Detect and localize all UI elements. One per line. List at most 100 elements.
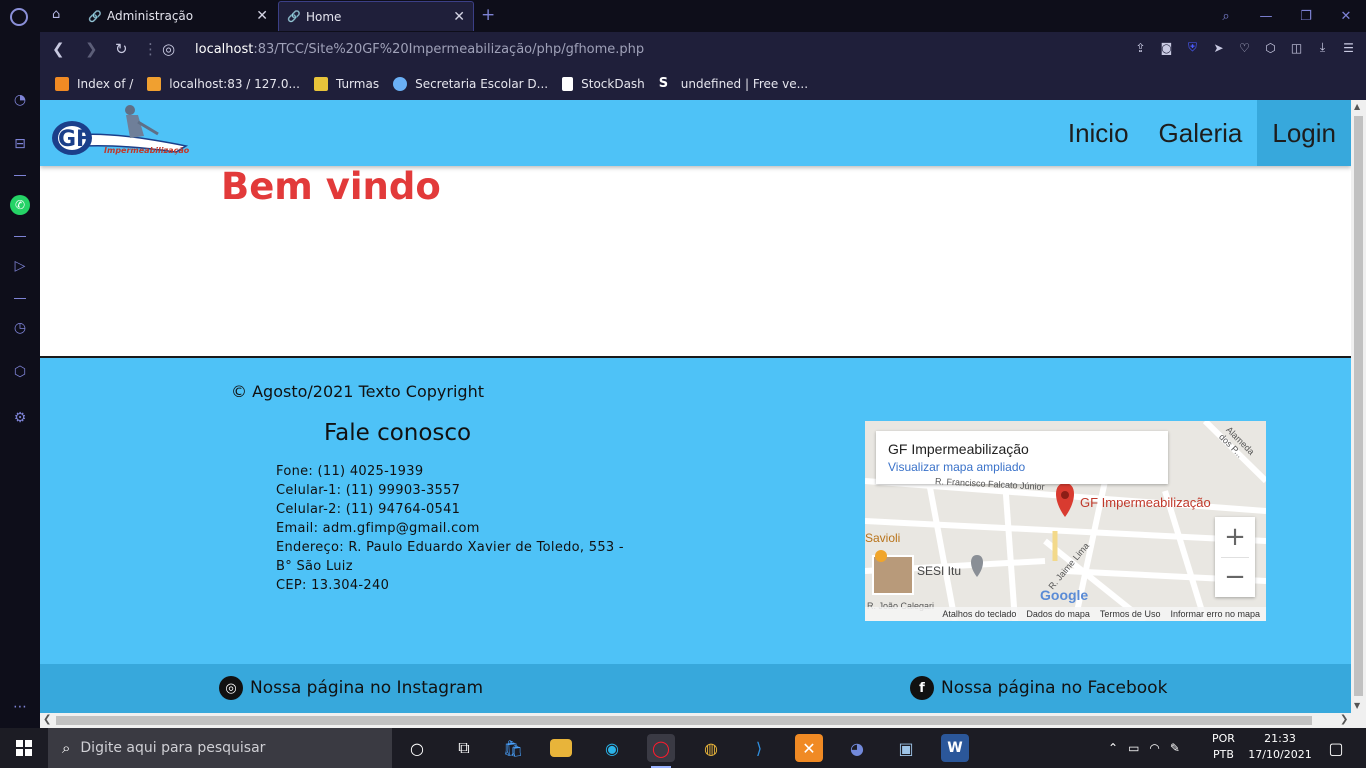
url-field[interactable]: localhost:83/TCC/Site%20GF%20Impermeabil… [195, 42, 644, 57]
scroll-left-icon[interactable]: ❮ [43, 714, 51, 725]
map-footer-report[interactable]: Informar erro no mapa [1170, 609, 1260, 619]
gamepad-icon[interactable]: ⌂ [52, 7, 60, 22]
maximize-icon[interactable]: ❐ [1286, 0, 1326, 32]
tray-expand-icon[interactable]: ⌃ [1108, 741, 1118, 755]
instagram-icon: ◎ [219, 676, 243, 700]
address-bar: ❮ ❯ ↻ ⋮ ◎ localhost:83/TCC/Site%20GF%20I… [40, 32, 1366, 68]
map-view-larger-link[interactable]: Visualizar mapa ampliado [888, 460, 1156, 474]
vertical-scrollbar[interactable]: ▲ ▼ [1351, 100, 1366, 713]
opera-menu-icon[interactable] [10, 8, 28, 26]
contact-cell-2: Celular-2: (11) 94764-0541 [276, 502, 461, 517]
discord-icon[interactable]: ◕ [843, 734, 871, 762]
bookmark-undefined[interactable]: Sundefined | Free ve... [658, 76, 809, 92]
cube-icon[interactable]: ⬡ [1263, 40, 1278, 55]
heart-icon[interactable]: ♡ [1237, 40, 1252, 55]
bookmark-stockdash[interactable]: StockDash [562, 77, 645, 91]
link-favicon-icon: 🔗 [88, 9, 102, 23]
embedded-map[interactable]: GF Impermeabilização Visualizar mapa amp… [865, 421, 1266, 621]
gf-logo[interactable]: GF Impermeabilização [46, 102, 192, 158]
battery-icon[interactable]: ▭ [1128, 741, 1139, 755]
scroll-up-icon[interactable]: ▲ [1354, 102, 1360, 111]
contact-cep: CEP: 13.304-240 [276, 578, 390, 593]
more-icon[interactable]: ⋯ [10, 697, 30, 717]
task-view-icon[interactable]: ⧉ [450, 734, 478, 762]
vpn-shield-icon[interactable]: ⛨ [1185, 40, 1200, 55]
tab-administracao[interactable]: 🔗 Administração ✕ [80, 1, 276, 31]
horizontal-scroll-thumb[interactable] [56, 716, 1312, 725]
box-icon[interactable]: ◫ [1289, 40, 1304, 55]
facebook-link[interactable]: f Nossa página no Facebook [910, 676, 1167, 700]
bookmark-label: localhost:83 / 127.0... [169, 77, 300, 91]
globe-icon[interactable]: ◎ [162, 40, 175, 58]
taskbar-search[interactable]: ⌕ Digite aqui para pesquisar [48, 728, 392, 768]
nav-galeria[interactable]: Galeria [1144, 100, 1258, 166]
start-button[interactable] [0, 728, 48, 768]
instagram-link[interactable]: ◎ Nossa página no Instagram [219, 676, 483, 700]
address-tools: ⇪ ◙ ⛨ ➤ ♡ ⬡ ◫ ⤓ ☰ [1133, 40, 1356, 55]
briefcase-icon[interactable]: ⊟ [10, 134, 30, 154]
taskbar-clock[interactable]: 21:33 17/10/2021 [1248, 731, 1312, 763]
nav-login[interactable]: Login [1257, 100, 1351, 166]
vscode-icon[interactable]: ⟩ [745, 734, 773, 762]
send-icon[interactable]: ➤ [1211, 40, 1226, 55]
whatsapp-icon[interactable]: ✆ [10, 195, 30, 215]
sidebar-divider [14, 298, 26, 299]
vertical-scroll-thumb[interactable] [1354, 116, 1363, 696]
cortana-icon[interactable]: ○ [403, 734, 431, 762]
scroll-down-icon[interactable]: ▼ [1354, 701, 1360, 710]
notifications-icon[interactable]: ▢ [1322, 734, 1350, 762]
search-tabs-icon[interactable]: ⌕ [1206, 0, 1246, 32]
store-icon[interactable]: 🛍 [499, 734, 527, 762]
camera-icon[interactable]: ◙ [1159, 40, 1174, 55]
bookmark-phpmyadmin[interactable]: localhost:83 / 127.0... [147, 77, 300, 91]
back-icon[interactable]: ❮ [52, 40, 65, 58]
close-window-icon[interactable]: ✕ [1326, 0, 1366, 32]
system-tray: ⌃ ▭ ◠ ✎ [1108, 728, 1180, 768]
history-icon[interactable]: ◷ [10, 318, 30, 338]
speed-dial-icon[interactable]: ◔ [10, 90, 30, 110]
site-info-icon[interactable]: ⋮ [143, 40, 158, 58]
document-icon [562, 77, 574, 91]
map-footer-shortcuts[interactable]: Atalhos do teclado [942, 609, 1016, 619]
minimize-icon[interactable]: — [1246, 0, 1286, 32]
zoom-in-button[interactable]: + [1215, 517, 1255, 557]
nav-inicio[interactable]: Inicio [1053, 100, 1144, 166]
pen-icon[interactable]: ✎ [1170, 741, 1180, 755]
forward-icon[interactable]: ❯ [85, 40, 98, 58]
window-controls: ⌕ — ❐ ✕ [1206, 0, 1366, 32]
monitor-app-icon[interactable]: ▣ [892, 734, 920, 762]
map-poi-sesi: SESI Itu [917, 564, 962, 578]
word-icon[interactable]: W [941, 734, 969, 762]
bookmark-turmas[interactable]: Turmas [313, 77, 379, 91]
scroll-right-icon[interactable]: ❯ [1340, 714, 1348, 725]
phpmyadmin-icon [147, 77, 162, 91]
map-footer-data[interactable]: Dados do mapa [1026, 609, 1090, 619]
opera-icon[interactable]: ◯ [647, 734, 675, 768]
bookmark-index[interactable]: Index of / [55, 77, 133, 91]
easy-setup-icon[interactable]: ☰ [1341, 40, 1356, 55]
xampp-icon[interactable]: ✕ [795, 734, 823, 762]
wifi-icon[interactable]: ◠ [1149, 741, 1159, 755]
bookmark-label: undefined | Free ve... [680, 77, 809, 91]
file-explorer-icon[interactable] [550, 739, 572, 757]
bookmark-secretaria[interactable]: Secretaria Escolar D... [393, 77, 548, 91]
horizontal-scrollbar[interactable]: ❮ ❯ [40, 713, 1366, 728]
map-zoom-control: + − [1215, 517, 1255, 597]
chrome-icon[interactable]: ◍ [697, 734, 725, 762]
tab-home[interactable]: 🔗 Home ✕ [278, 1, 474, 31]
close-tab-icon[interactable]: ✕ [453, 9, 465, 25]
site-header: GF Impermeabilização Inicio Galeria Logi… [40, 100, 1351, 166]
player-icon[interactable]: ▷ [10, 256, 30, 276]
box-icon[interactable]: ⬡ [10, 362, 30, 382]
reload-icon[interactable]: ↻ [115, 40, 128, 58]
new-tab-button[interactable]: + [481, 5, 495, 25]
settings-icon[interactable]: ⚙ [10, 408, 30, 428]
download-icon[interactable]: ⤓ [1315, 40, 1330, 55]
s-logo-icon: S [658, 76, 669, 91]
language-indicator[interactable]: POR PTB [1212, 731, 1235, 763]
share-icon[interactable]: ⇪ [1133, 40, 1148, 55]
close-tab-icon[interactable]: ✕ [256, 8, 268, 24]
map-footer-terms[interactable]: Termos de Uso [1100, 609, 1161, 619]
edge-icon[interactable]: ◉ [598, 734, 626, 762]
zoom-out-button[interactable]: − [1215, 557, 1255, 597]
